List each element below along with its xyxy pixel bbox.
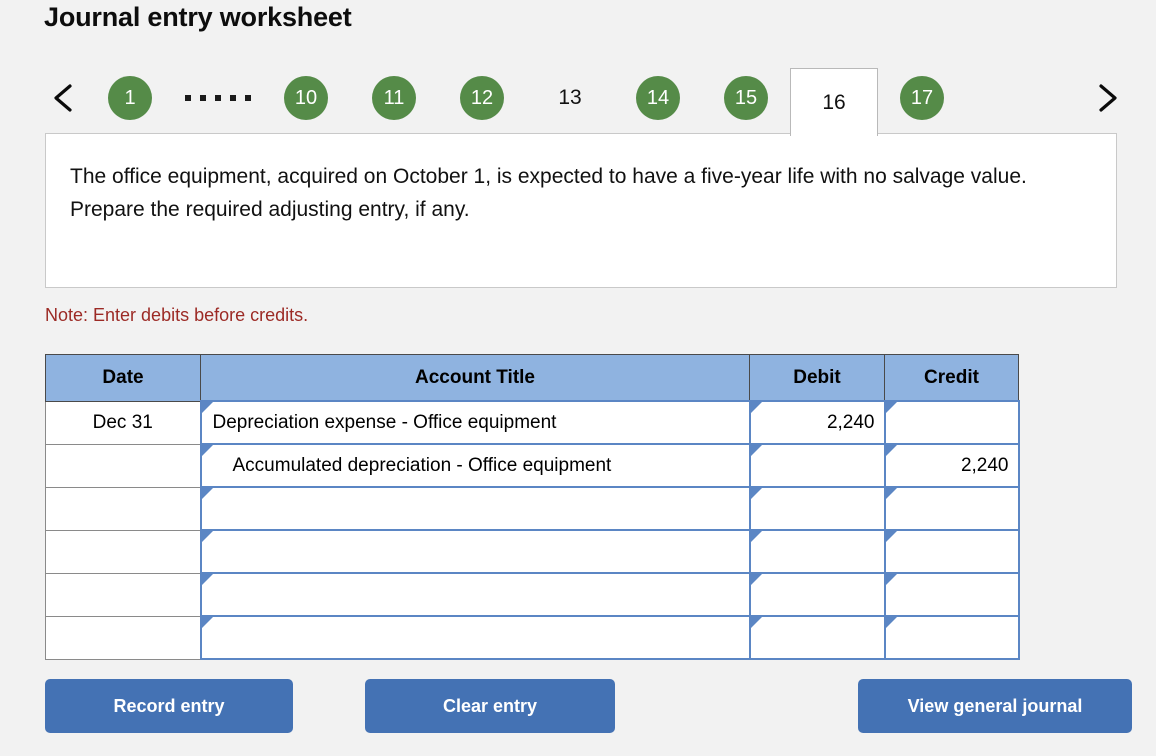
credit-input[interactable] xyxy=(883,400,1020,445)
journal-entry-worksheet-page: Journal entry worksheet 1 10 11 12 13 14… xyxy=(0,0,1156,756)
pager-badge: 15 xyxy=(724,76,768,120)
pager-badge: 11 xyxy=(372,76,416,120)
chevron-right-icon xyxy=(1094,82,1120,114)
credit-input[interactable]: 2,240 xyxy=(883,443,1020,488)
credit-input[interactable] xyxy=(883,572,1020,617)
date-cell[interactable] xyxy=(45,615,201,660)
question-text: The office equipment, acquired on Octobe… xyxy=(70,165,1027,221)
date-cell[interactable]: Dec 31 xyxy=(45,400,201,445)
ellipsis-dot xyxy=(215,95,221,101)
date-cell[interactable] xyxy=(45,529,201,574)
dropdown-marker-icon xyxy=(885,488,897,499)
journal-entry-table: Date Account Title Debit Credit Dec 31 D… xyxy=(45,354,1020,660)
dropdown-marker-icon xyxy=(885,402,897,413)
pager-prev-button[interactable] xyxy=(40,70,86,126)
pager-item-15[interactable]: 15 xyxy=(702,62,790,134)
pager-badge: 14 xyxy=(636,76,680,120)
pager-badge: 12 xyxy=(460,76,504,120)
table-row xyxy=(45,486,1020,531)
dropdown-marker-icon xyxy=(750,531,762,542)
debit-input[interactable] xyxy=(748,443,886,488)
dropdown-marker-icon xyxy=(201,488,213,499)
column-header-debit: Debit xyxy=(749,354,885,402)
account-title-input[interactable] xyxy=(199,486,751,531)
account-title-value: Accumulated depreciation - Office equipm… xyxy=(232,454,612,476)
date-cell[interactable] xyxy=(45,443,201,488)
view-general-journal-button[interactable]: View general journal xyxy=(858,679,1132,733)
date-cell[interactable] xyxy=(45,486,201,531)
account-title-input[interactable] xyxy=(199,615,751,660)
table-row xyxy=(45,572,1020,617)
pager-item-16-active[interactable]: 16 xyxy=(790,62,878,136)
question-panel: The office equipment, acquired on Octobe… xyxy=(45,133,1117,288)
worksheet-pager: 1 10 11 12 13 14 15 16 17 xyxy=(40,62,1130,136)
account-title-value: Depreciation expense - Office equipment xyxy=(212,411,557,433)
pager-badge: 10 xyxy=(284,76,328,120)
pager-item-14[interactable]: 14 xyxy=(614,62,702,134)
ellipsis-dot xyxy=(230,95,236,101)
pager-item-11[interactable]: 11 xyxy=(350,62,438,134)
account-title-input[interactable] xyxy=(199,572,751,617)
dropdown-marker-icon xyxy=(750,488,762,499)
page-title: Journal entry worksheet xyxy=(44,2,352,32)
account-title-input[interactable]: Depreciation expense - Office equipment xyxy=(199,400,751,445)
account-title-input[interactable]: Accumulated depreciation - Office equipm… xyxy=(199,443,751,488)
pager-ellipsis xyxy=(174,62,262,134)
pager-item-13[interactable]: 13 xyxy=(526,62,614,134)
action-button-row: Record entry Clear entry View general jo… xyxy=(45,679,1132,735)
account-title-input[interactable] xyxy=(199,529,751,574)
pager-item-10[interactable]: 10 xyxy=(262,62,350,134)
dropdown-marker-icon xyxy=(201,617,213,628)
debit-input[interactable] xyxy=(748,486,886,531)
date-cell[interactable] xyxy=(45,572,201,617)
debit-value: 2,240 xyxy=(826,411,875,433)
pager-label: 16 xyxy=(790,68,878,136)
debit-input[interactable] xyxy=(748,572,886,617)
debit-input[interactable]: 2,240 xyxy=(748,400,886,445)
pager-item-list: 1 10 11 12 13 14 15 16 17 xyxy=(86,62,966,136)
table-row xyxy=(45,529,1020,574)
column-header-date: Date xyxy=(45,354,201,402)
pager-badge: 17 xyxy=(900,76,944,120)
table-row: Accumulated depreciation - Office equipm… xyxy=(45,443,1020,488)
credit-value: 2,240 xyxy=(960,454,1009,476)
record-entry-button[interactable]: Record entry xyxy=(45,679,293,733)
chevron-left-icon xyxy=(50,82,76,114)
credit-input[interactable] xyxy=(883,486,1020,531)
column-header-account: Account Title xyxy=(200,354,750,402)
column-header-credit: Credit xyxy=(884,354,1019,402)
pager-item-17[interactable]: 17 xyxy=(878,62,966,134)
dropdown-marker-icon xyxy=(885,574,897,585)
dropdown-marker-icon xyxy=(201,531,213,542)
ellipsis-dot xyxy=(185,95,191,101)
pager-item-12[interactable]: 12 xyxy=(438,62,526,134)
pager-next-button[interactable] xyxy=(1084,70,1130,126)
dropdown-marker-icon xyxy=(201,574,213,585)
pager-badge: 1 xyxy=(108,76,152,120)
dropdown-marker-icon xyxy=(750,617,762,628)
table-row: Dec 31 Depreciation expense - Office equ… xyxy=(45,400,1020,445)
debit-input[interactable] xyxy=(748,529,886,574)
dropdown-marker-icon xyxy=(750,445,762,456)
table-header-row: Date Account Title Debit Credit xyxy=(45,354,1019,402)
clear-entry-button[interactable]: Clear entry xyxy=(365,679,615,733)
debit-input[interactable] xyxy=(748,615,886,660)
dropdown-marker-icon xyxy=(885,531,897,542)
pager-item-1[interactable]: 1 xyxy=(86,62,174,134)
ellipsis-dot xyxy=(245,95,251,101)
credit-input[interactable] xyxy=(883,529,1020,574)
dropdown-marker-icon xyxy=(885,617,897,628)
credit-input[interactable] xyxy=(883,615,1020,660)
table-row xyxy=(45,615,1020,660)
pager-label: 13 xyxy=(558,86,582,109)
dropdown-marker-icon xyxy=(750,574,762,585)
debits-before-credits-note: Note: Enter debits before credits. xyxy=(45,305,309,325)
ellipsis-dot xyxy=(200,95,206,101)
